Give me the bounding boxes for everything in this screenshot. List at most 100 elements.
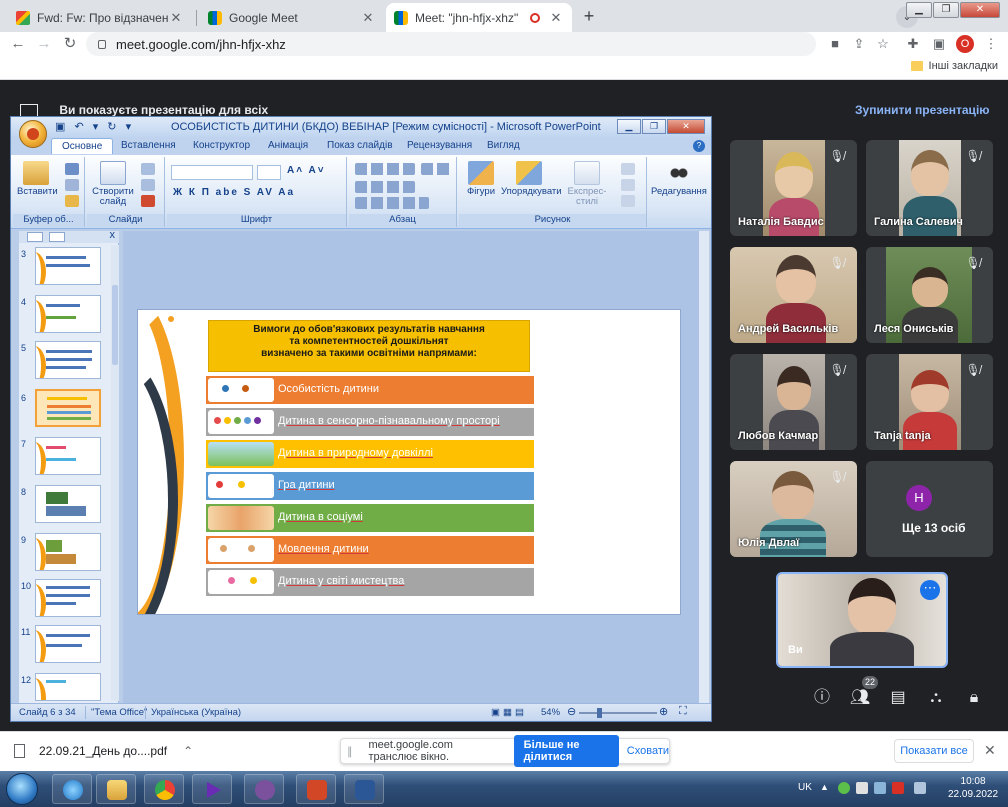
tab-view[interactable]: Вигляд bbox=[487, 140, 520, 151]
zoom-out-button[interactable]: ⊖ bbox=[567, 705, 576, 718]
slide-thumbnail[interactable] bbox=[35, 247, 101, 285]
start-button[interactable] bbox=[6, 773, 38, 805]
font-grow-button[interactable]: A˄ A˅ bbox=[287, 165, 326, 180]
bookmark-star-icon[interactable]: ☆ bbox=[874, 35, 892, 53]
delete-slide-icon[interactable] bbox=[141, 195, 155, 207]
side-panel-icon[interactable]: ▣ bbox=[930, 35, 948, 53]
drag-handle-icon[interactable]: ∥ bbox=[347, 745, 353, 758]
network-icon[interactable] bbox=[874, 782, 886, 794]
indent-buttons[interactable] bbox=[355, 181, 415, 193]
show-all-button[interactable]: Показати все bbox=[894, 739, 974, 763]
current-slide[interactable]: Вимоги до обов'язкових результатів навча… bbox=[137, 309, 681, 615]
action-center-icon[interactable] bbox=[892, 782, 904, 794]
shapes-button[interactable]: Фігури bbox=[463, 161, 499, 197]
font-format-buttons[interactable]: Ж К П abe S AV Aa bbox=[173, 187, 295, 202]
align-buttons[interactable] bbox=[355, 197, 429, 209]
more-options-icon[interactable]: ⋯ bbox=[920, 580, 940, 600]
close-tab-icon[interactable]: ✕ bbox=[548, 10, 564, 26]
minimize-button[interactable]: ▁ bbox=[906, 2, 932, 18]
outline-tab[interactable] bbox=[49, 232, 65, 242]
tab-home[interactable]: Основне bbox=[51, 138, 114, 154]
quick-styles-button[interactable]: Експрес-стилі bbox=[559, 161, 615, 207]
zoom-in-button[interactable]: ⊕ bbox=[659, 705, 668, 718]
slide-thumbnail[interactable] bbox=[35, 625, 101, 663]
tab-gmail[interactable]: Fwd: Fw: Про відзначення Всеук ✕ bbox=[8, 3, 192, 32]
zoom-level[interactable]: 54% bbox=[541, 707, 560, 718]
tray-display-icon[interactable] bbox=[914, 782, 926, 794]
stop-sharing-button[interactable]: Більше не ділитися bbox=[513, 735, 619, 767]
cut-icon[interactable] bbox=[65, 163, 79, 175]
back-button[interactable]: ← bbox=[8, 34, 28, 54]
tab-google-meet[interactable]: Google Meet ✕ bbox=[200, 3, 384, 32]
fit-window-button[interactable]: ⛶ bbox=[679, 705, 687, 718]
arrange-button[interactable]: Упорядкувати bbox=[501, 161, 562, 197]
list-buttons[interactable] bbox=[355, 163, 415, 175]
tab-meet-call[interactable]: Meet: "jhn-hfjx-xhz" ✕ bbox=[386, 3, 572, 32]
taskbar-chrome[interactable] bbox=[144, 774, 184, 804]
menu-kebab-icon[interactable]: ⋮ bbox=[982, 35, 1000, 53]
font-size-combo[interactable] bbox=[257, 165, 281, 180]
tab-design[interactable]: Конструктор bbox=[193, 140, 250, 151]
close-downloads-icon[interactable]: ✕ bbox=[984, 742, 996, 759]
tab-slideshow[interactable]: Показ слайдів bbox=[327, 140, 393, 151]
slide-thumbnail[interactable] bbox=[35, 295, 101, 333]
participant-tile[interactable]: 🎙︎̸ Наталія Бавдис bbox=[730, 140, 857, 236]
ppt-close-button[interactable]: ✕ bbox=[667, 119, 705, 134]
language-indicator[interactable]: Українська (Україна) bbox=[151, 707, 241, 718]
editing-button[interactable]: Редагування bbox=[651, 161, 707, 197]
ppt-minimize-button[interactable]: ▁ bbox=[617, 119, 641, 134]
tab-insert[interactable]: Вставлення bbox=[121, 140, 176, 151]
new-tab-button[interactable]: + bbox=[578, 6, 600, 28]
quick-access-toolbar[interactable]: ▣ ↶ ▾ ↻ ▾ bbox=[55, 120, 134, 133]
taskbar-powerpoint[interactable] bbox=[296, 774, 336, 804]
close-pane-icon[interactable]: x bbox=[110, 229, 116, 241]
participant-tile[interactable]: 🎙︎̸ Юлія Двлаї bbox=[730, 461, 857, 557]
taskbar-word[interactable] bbox=[344, 774, 384, 804]
activities-icon[interactable]: ⛬ bbox=[924, 686, 948, 710]
address-bar[interactable]: meet.google.com/jhn-hfjx-xhz bbox=[86, 32, 816, 56]
participant-tile[interactable]: 🎙︎̸ Галина Салевич bbox=[866, 140, 993, 236]
help-icon[interactable]: ? bbox=[693, 140, 705, 152]
edit-scrollbar[interactable] bbox=[699, 231, 709, 703]
shape-effects-icon[interactable] bbox=[621, 195, 635, 207]
hide-button[interactable]: Сховати bbox=[627, 745, 669, 757]
maximize-button[interactable]: ❐ bbox=[933, 2, 959, 18]
reload-button[interactable]: ↻ bbox=[60, 34, 80, 54]
thumbnail-scrollbar[interactable] bbox=[111, 245, 119, 701]
tab-review[interactable]: Рецензування bbox=[407, 140, 472, 151]
zoom-slider-thumb[interactable] bbox=[597, 708, 602, 718]
tab-animation[interactable]: Анімація bbox=[268, 140, 308, 151]
slide-thumbnail[interactable] bbox=[35, 341, 101, 379]
scroll-knob[interactable] bbox=[112, 285, 118, 365]
host-controls-icon[interactable]: 🔒︎ bbox=[962, 686, 986, 710]
taskbar-viber[interactable] bbox=[244, 774, 284, 804]
layout-icon[interactable] bbox=[141, 163, 155, 175]
new-slide-button[interactable]: Створити слайд bbox=[91, 161, 135, 207]
slide-thumbnail[interactable] bbox=[35, 579, 101, 617]
stop-presenting-button[interactable]: Зупинити презентацію bbox=[855, 103, 990, 117]
volume-icon[interactable] bbox=[856, 782, 868, 794]
slide-thumbnail[interactable] bbox=[35, 533, 101, 571]
participant-tile[interactable]: 🎙︎̸ Tanja tanja bbox=[866, 354, 993, 450]
more-participants-tile[interactable]: H Ще 13 осіб bbox=[866, 461, 993, 557]
other-bookmarks[interactable]: Інші закладки bbox=[910, 60, 998, 72]
extensions-icon[interactable]: ✚ bbox=[904, 35, 922, 53]
paste-button[interactable]: Вставити bbox=[17, 161, 58, 197]
profile-avatar[interactable]: O bbox=[956, 35, 974, 53]
slide-thumbnail[interactable] bbox=[35, 437, 101, 475]
self-view-tile[interactable]: ⋯ Ви bbox=[776, 572, 948, 668]
close-tab-icon[interactable]: ✕ bbox=[168, 10, 184, 26]
slide-thumbnail[interactable] bbox=[35, 673, 101, 701]
chat-icon[interactable]: ▤ bbox=[886, 686, 910, 710]
taskbar-explorer[interactable] bbox=[96, 774, 136, 804]
chevron-up-icon[interactable]: ⌃ bbox=[183, 744, 193, 758]
slide-thumbnail-selected[interactable] bbox=[35, 389, 101, 427]
tray-app-icon[interactable] bbox=[838, 782, 850, 794]
info-icon[interactable]: ⓘ bbox=[810, 686, 834, 710]
copy-icon[interactable] bbox=[65, 179, 79, 191]
tray-expand-icon[interactable]: ▲ bbox=[820, 782, 832, 794]
format-painter-icon[interactable] bbox=[65, 195, 79, 207]
download-item[interactable]: 22.09.21_День до....pdf ⌃ bbox=[14, 744, 193, 758]
people-icon[interactable]: 👥︎ bbox=[848, 686, 872, 710]
clock[interactable]: 10:08 22.09.2022 bbox=[948, 775, 998, 801]
